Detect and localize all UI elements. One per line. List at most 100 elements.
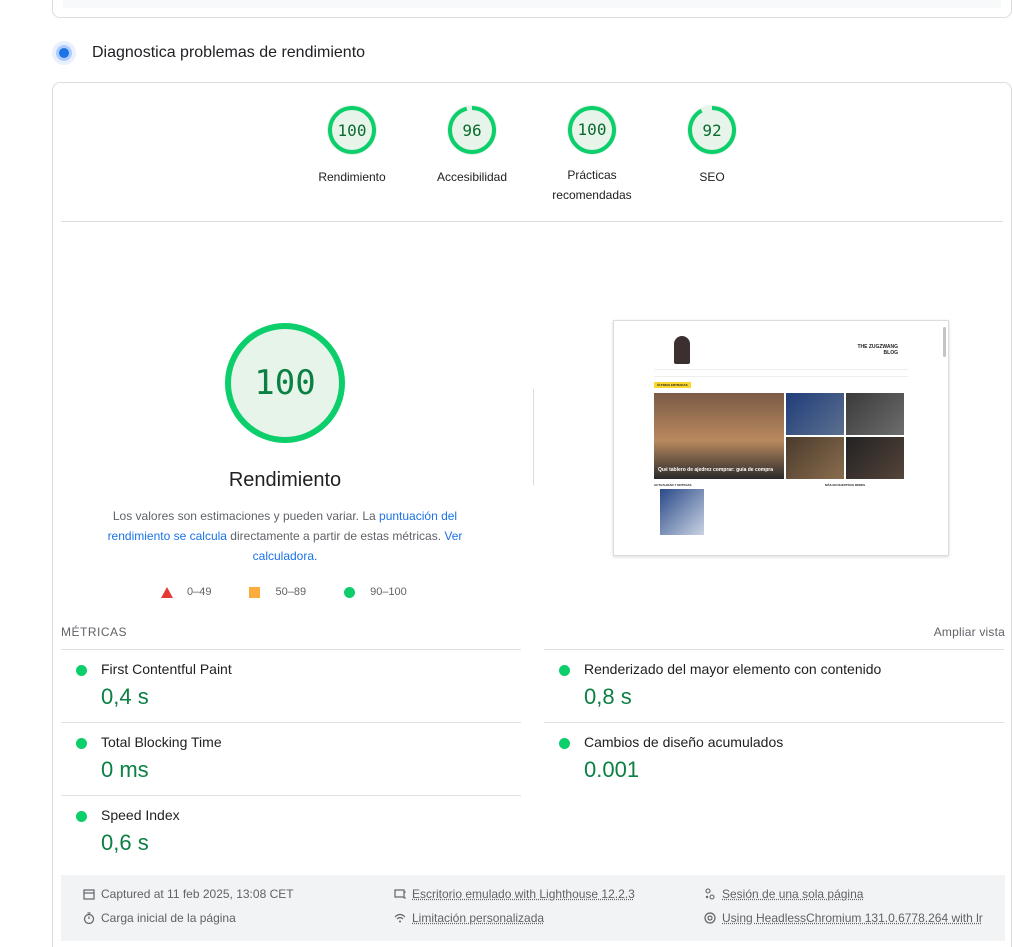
performance-gauge: 100: [225, 323, 345, 443]
knight-logo-icon: [674, 336, 690, 364]
metric-name: Cambios de diseño acumulados: [584, 734, 784, 750]
legend-label: 50–89: [275, 586, 307, 598]
screenshot-thumb: [660, 489, 704, 535]
runtime-throttling[interactable]: Limitación personalizada: [394, 911, 544, 925]
screenshot-topbar: [614, 321, 948, 331]
vertical-divider: [533, 389, 534, 485]
gauge-label: Prácticas recomendadas: [552, 168, 632, 202]
timer-icon: [83, 912, 95, 924]
screenshot-tile: [786, 393, 844, 435]
metric-tbt: Total Blocking Time 0 ms: [61, 722, 521, 795]
screenshot-tile: [786, 437, 844, 479]
pass-icon: [76, 738, 87, 749]
triangle-icon: [161, 586, 173, 598]
score-legend: 0–49 50–89 90–100: [161, 586, 445, 598]
desc-text: Los valores son estimaciones y pueden va…: [112, 509, 380, 523]
gauge-label: Accesibilidad: [436, 170, 508, 184]
gauge-score: 100: [577, 119, 607, 139]
previous-section-card: [52, 0, 1012, 18]
diagnose-icon: [52, 41, 76, 65]
runtime-device[interactable]: Escritorio emulado with Lighthouse 12.2.…: [394, 887, 635, 901]
screenshot-news-bar: ÚLTIMAS ENTRADAS: [654, 381, 908, 389]
legend-fail: 0–49: [161, 586, 211, 598]
metric-value: 0,6 s: [101, 830, 149, 855]
gauge-ring: 92: [687, 105, 737, 155]
divider: [61, 221, 1003, 222]
pass-icon: [559, 738, 570, 749]
gauge-label: SEO: [699, 170, 725, 184]
bottom-heading: MÁS EN NUESTRAS REDES: [825, 483, 866, 487]
category-gauges: 100 Rendimiento 96 Accesibilidad 100 Prá…: [53, 105, 1011, 205]
legend-label: 0–49: [187, 586, 212, 598]
legend-label: 90–100: [370, 586, 407, 598]
metric-value: 0,8 s: [584, 684, 632, 709]
gauge-performance[interactable]: 100 Rendimiento: [292, 105, 412, 205]
pass-icon: [76, 665, 87, 676]
gauge-ring: 100: [327, 105, 377, 155]
bottom-heading: ACTUALIDAD Y NOTICIAS: [654, 483, 692, 487]
metric-name: Speed Index: [101, 807, 180, 823]
news-tag: ÚLTIMAS ENTRADAS: [654, 382, 691, 388]
gauge-ring: 96: [447, 105, 497, 155]
brand-line: BLOG: [883, 350, 898, 356]
gauge-score: 92: [702, 120, 722, 140]
desc-text: directamente a partir de estas métricas.: [226, 529, 445, 543]
expand-view-toggle[interactable]: Ampliar vista: [934, 625, 1005, 639]
runtime-text: Captured at 11 feb 2025, 13:08 CET: [101, 887, 294, 901]
metric-value: 0,4 s: [101, 684, 149, 709]
runtime-browser[interactable]: Using HeadlessChromium 131.0.6778.264 wi…: [704, 911, 983, 925]
gauge-ring: 100: [567, 105, 617, 154]
runtime-text: Escritorio emulado with Lighthouse 12.2.…: [412, 887, 635, 901]
runtime-text: Carga inicial de la página: [101, 911, 236, 925]
runtime-text: Using HeadlessChromium 131.0.6778.264 wi…: [722, 911, 983, 925]
performance-title: Rendimiento: [228, 469, 342, 491]
calendar-icon: [83, 888, 95, 900]
screenshot-brand: THE ZUGZWANG BLOG: [857, 344, 898, 356]
gauge-accessibility[interactable]: 96 Accesibilidad: [412, 105, 532, 205]
gauge-score: 100: [337, 120, 367, 140]
screenshot-nav: [654, 369, 908, 377]
metric-lcp: Renderizado del mayor elemento con conte…: [544, 649, 1004, 722]
desktop-icon: [394, 888, 406, 900]
metric-cls: Cambios de diseño acumulados 0.001: [544, 722, 1004, 795]
screenshot-tile: [846, 393, 904, 435]
runtime-session[interactable]: Sesión de una sola página: [704, 887, 863, 901]
screenshot-header: THE ZUGZWANG BLOG: [614, 331, 948, 369]
chrome-icon: [704, 912, 716, 924]
report-card: 100 Rendimiento 96 Accesibilidad 100 Prá…: [52, 82, 1012, 947]
performance-description: Los valores son estimaciones y pueden va…: [99, 506, 471, 566]
metric-name: Renderizado del mayor elemento con conte…: [584, 661, 882, 677]
pass-icon: [76, 811, 87, 822]
screenshot-grid: Qué tablero de ajedrez comprar: guía de …: [654, 393, 908, 479]
metric-name: First Contentful Paint: [101, 661, 232, 677]
gauge-seo[interactable]: 92 SEO: [652, 105, 772, 205]
legend-average: 50–89: [249, 586, 306, 598]
metrics-header: MÉTRICAS Ampliar vista: [61, 625, 1005, 639]
screenshot-main-tile: Qué tablero de ajedrez comprar: guía de …: [654, 393, 784, 479]
metric-value: 0.001: [584, 757, 640, 782]
gauge-best-practices[interactable]: 100 Prácticas recomendadas: [532, 105, 652, 205]
main-caption: Qué tablero de ajedrez comprar: guía de …: [658, 467, 774, 473]
legend-pass: 90–100: [344, 586, 407, 598]
metric-name: Total Blocking Time: [101, 734, 222, 750]
metric-fcp: First Contentful Paint 0,4 s: [61, 649, 521, 722]
section-header: Diagnostica problemas de rendimiento: [52, 40, 365, 66]
runtime-text: Sesión de una sola página: [722, 887, 864, 901]
gauge-label: Rendimiento: [318, 170, 386, 184]
pass-icon: [559, 665, 570, 676]
metrics-heading: MÉTRICAS: [61, 625, 128, 639]
page-screenshot[interactable]: THE ZUGZWANG BLOG ÚLTIMAS ENTRADAS Qué ta…: [613, 320, 949, 556]
session-icon: [704, 888, 716, 900]
gauge-score: 96: [462, 120, 482, 140]
screenshot-scrollbar: [943, 327, 946, 357]
runtime-settings: Captured at 11 feb 2025, 13:08 CET Carga…: [61, 875, 1005, 941]
runtime-text: Limitación personalizada: [412, 911, 545, 925]
square-icon: [249, 586, 261, 598]
metric-value: 0 ms: [101, 757, 149, 782]
screenshot-bottom: ACTUALIDAD Y NOTICIAS MÁS EN NUESTRAS RED…: [654, 483, 908, 487]
section-title: Diagnostica problemas de rendimiento: [92, 44, 366, 61]
screenshot-tile: [846, 437, 904, 479]
circle-icon: [344, 586, 356, 598]
wifi-icon: [394, 912, 406, 924]
runtime-load: Carga inicial de la página: [83, 911, 236, 925]
